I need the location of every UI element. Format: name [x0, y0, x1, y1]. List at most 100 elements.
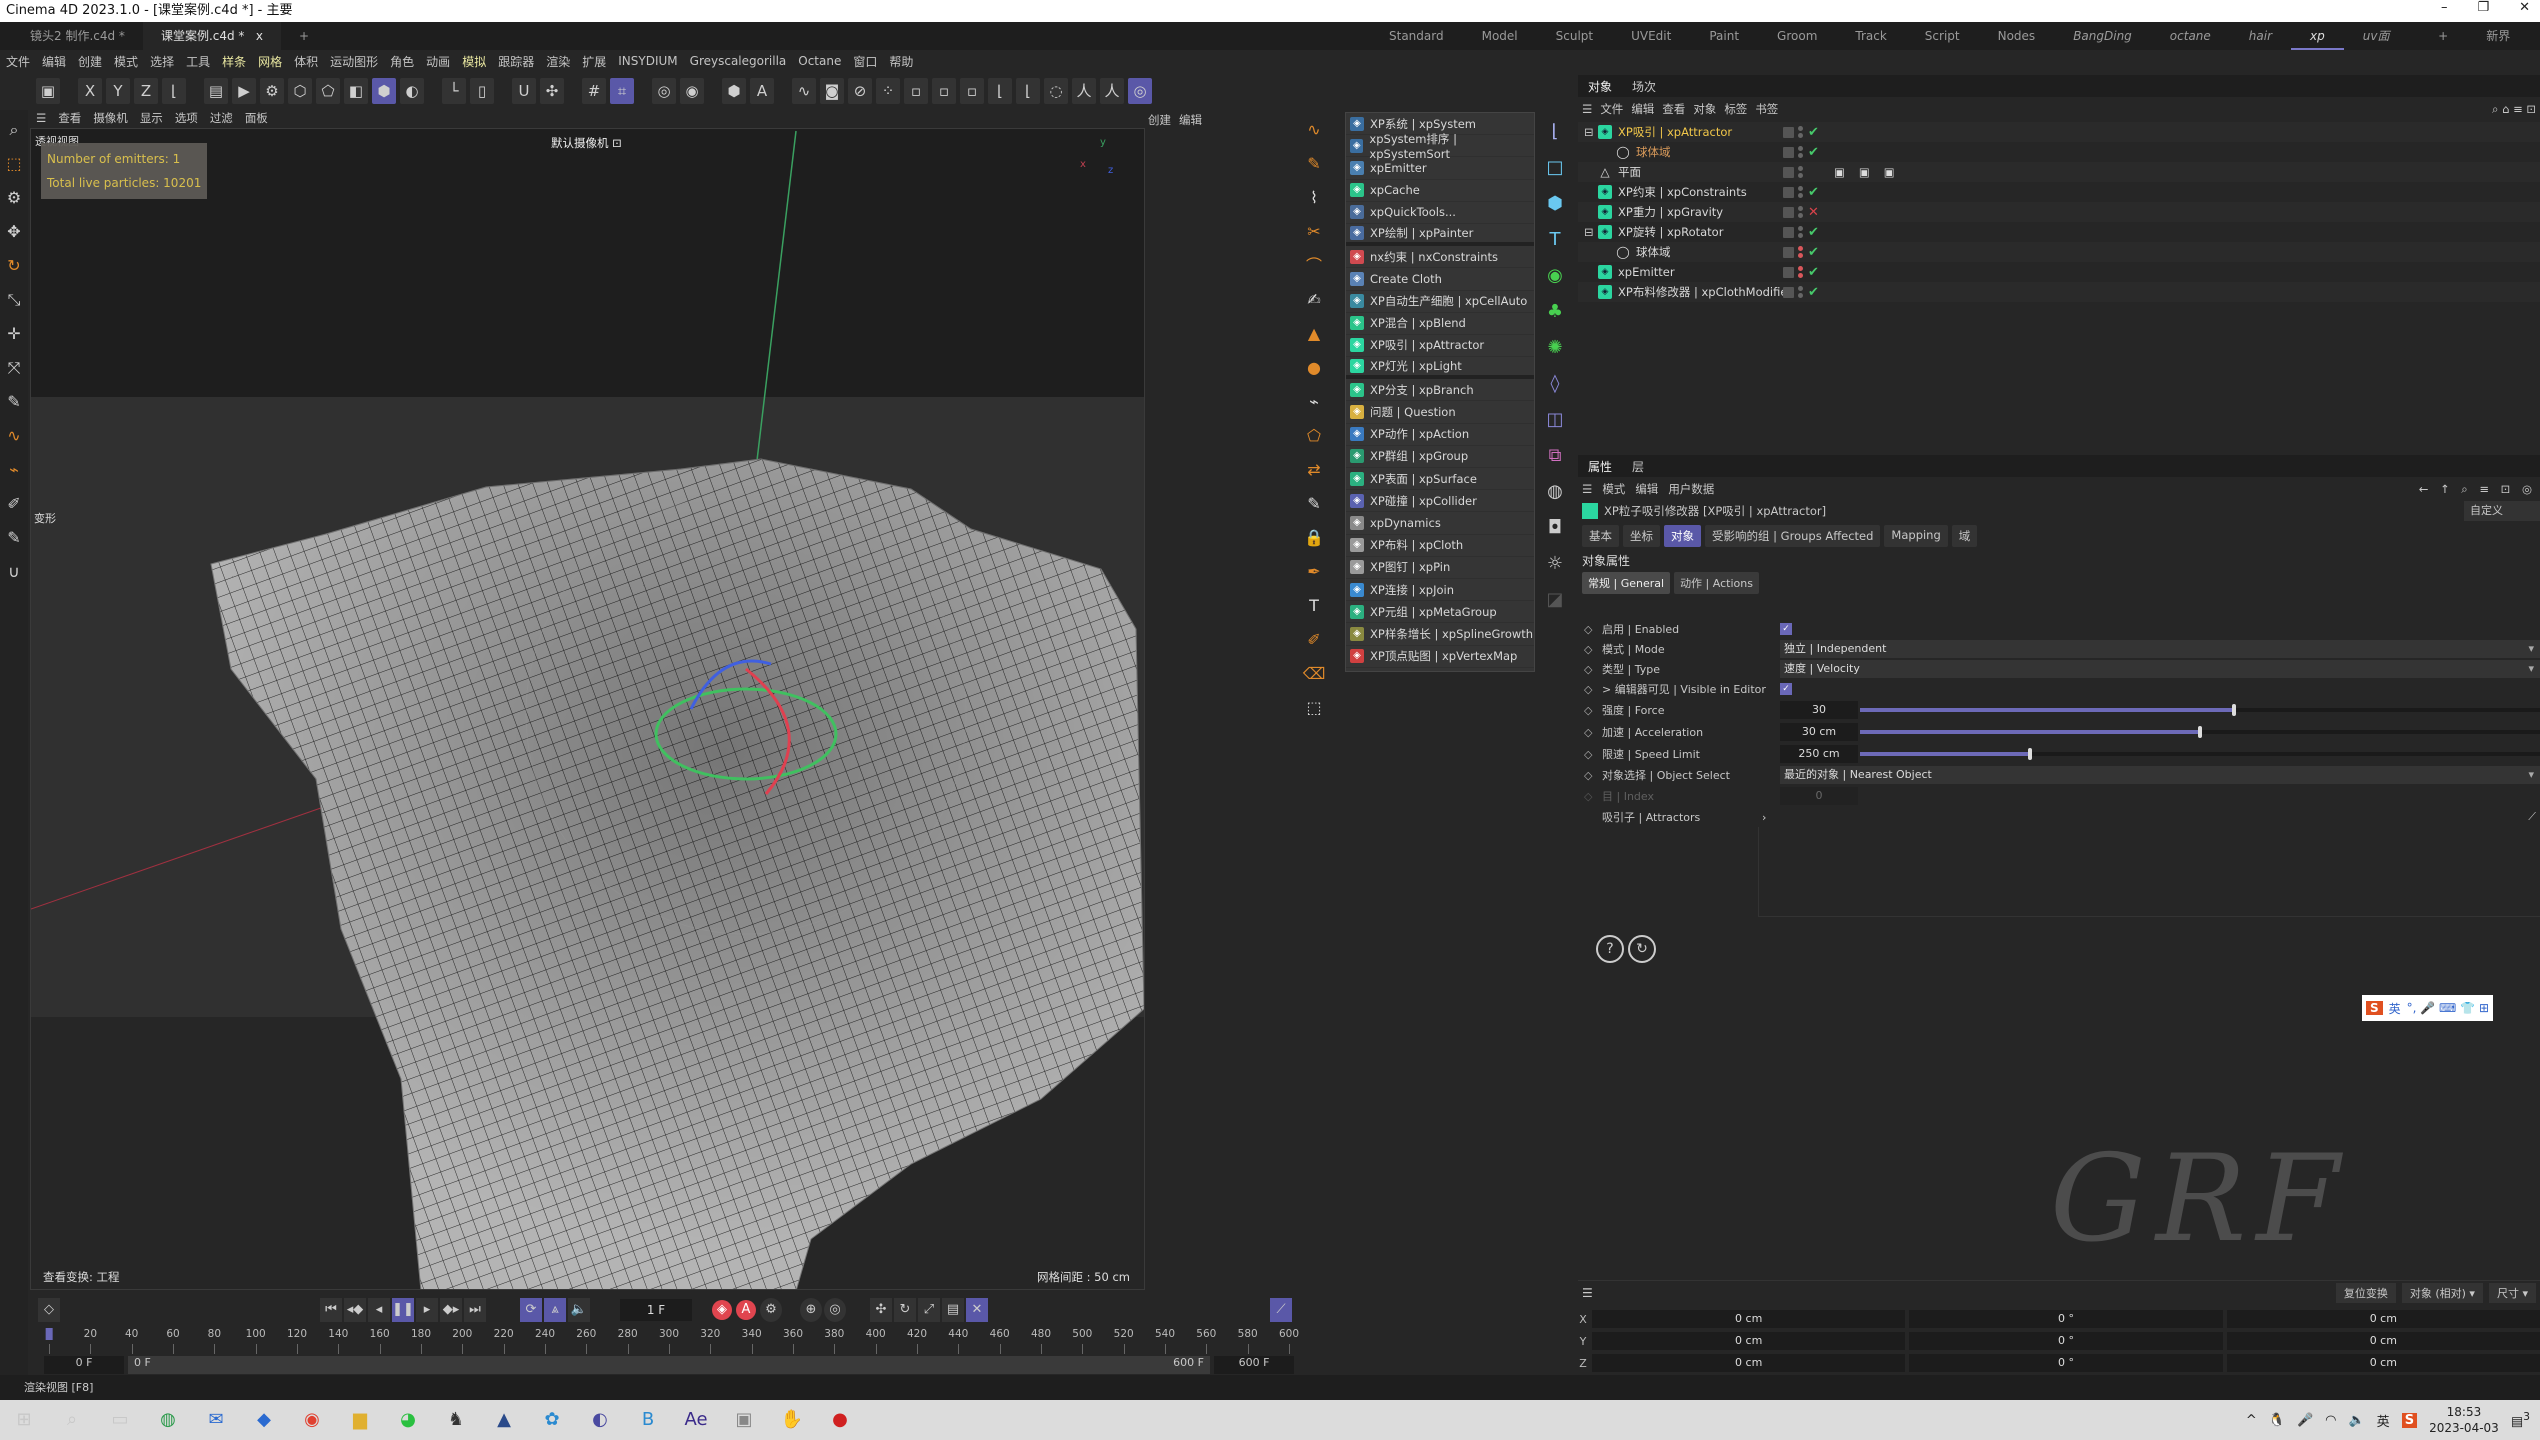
dim-icon-2[interactable]: ▫: [932, 78, 956, 104]
position-field[interactable]: 0 cm: [1592, 1310, 1906, 1328]
visibility-dots[interactable]: [1798, 206, 1804, 218]
layout-tab-model[interactable]: Model: [1463, 22, 1537, 50]
scale-key-icon[interactable]: ⤢: [918, 1298, 940, 1322]
knife-icon[interactable]: ✎: [2, 388, 26, 416]
pause-icon[interactable]: ❚❚: [392, 1298, 414, 1322]
size-field[interactable]: 0 cm: [2226, 1310, 2540, 1328]
texture-mode-icon[interactable]: ◐: [400, 78, 424, 104]
attr-page-tab[interactable]: Mapping: [1884, 525, 1948, 547]
cinema4d-icon[interactable]: ◐: [582, 1402, 618, 1438]
object-row[interactable]: △ 平面 ▣ ▣ ▣: [1578, 162, 2540, 182]
record-icon[interactable]: ●: [822, 1402, 858, 1438]
spline-icon[interactable]: ∿: [2, 422, 26, 450]
app-yellow-icon[interactable]: ✋: [774, 1402, 810, 1438]
enabled-check-icon[interactable]: ✔: [1808, 225, 1820, 240]
visibility-dots[interactable]: [1798, 186, 1804, 198]
mail-icon[interactable]: ✉: [198, 1402, 234, 1438]
bilibili-icon[interactable]: ✿: [534, 1402, 570, 1438]
visibility-dots[interactable]: [1798, 226, 1804, 238]
layout-tab-sculpt[interactable]: Sculpt: [1537, 22, 1612, 50]
editor-visibility-dot[interactable]: [1798, 126, 1803, 131]
keyframe-icon[interactable]: ◇: [1584, 643, 1594, 656]
render-visibility-dot[interactable]: [1798, 253, 1803, 258]
ik-icon[interactable]: ⌊: [1016, 78, 1040, 104]
clock[interactable]: 18:53 2023-04-03: [2429, 1404, 2499, 1436]
keyframe-icon[interactable]: ◇: [1584, 704, 1594, 717]
object-row[interactable]: ◈ xpEmitter ✔: [1578, 262, 2540, 282]
render-visibility-dot[interactable]: [1798, 233, 1803, 238]
keyframe-icon[interactable]: ◇: [1584, 726, 1594, 739]
xp-menu-item-xpblend[interactable]: ◈ XP混合 | xpBlend: [1346, 313, 1534, 335]
xp-menu-item-xpaction[interactable]: ◈ XP动作 | xpAction: [1346, 424, 1534, 446]
type-dropdown[interactable]: 速度 | Velocity: [1780, 660, 2540, 678]
object-row[interactable]: ◈ XP约束 | xpConstraints ✔: [1578, 182, 2540, 202]
menu-item[interactable]: 工具: [180, 53, 216, 70]
edit-flag-icon[interactable]: [1783, 246, 1794, 258]
text-icon[interactable]: T: [1541, 226, 1569, 254]
volume-icon[interactable]: 🔈: [2348, 1413, 2364, 1428]
xp-menu-item-xpsplinegrowth[interactable]: ◈ XP样条增长 | xpSplineGrowth: [1346, 623, 1534, 646]
field-icon[interactable]: ◫: [1541, 406, 1569, 434]
menu-item[interactable]: 运动图形: [324, 53, 384, 70]
position-key-icon[interactable]: ✣: [870, 1298, 892, 1322]
om-menu-item[interactable]: 对象: [1693, 101, 1716, 117]
fps-icon[interactable]: ⩓: [544, 1298, 566, 1322]
force-slider[interactable]: [1860, 704, 2540, 716]
light-st-icon[interactable]: ☼: [1541, 550, 1569, 578]
polygons-mode-icon[interactable]: ◧: [344, 78, 368, 104]
add-tab-button[interactable]: +: [281, 22, 327, 50]
camera-name[interactable]: 默认摄像机 ⊡: [551, 135, 622, 151]
ime-icons[interactable]: °, 🎤 ⌨ 👕 ⊞: [2407, 1001, 2489, 1015]
render-visibility-dot[interactable]: [1798, 273, 1803, 278]
om-search-icons[interactable]: ⌕ ⌂ ≡ ⊡: [2492, 102, 2540, 117]
edit-flag-icon[interactable]: [1783, 166, 1794, 178]
particle-green-icon[interactable]: ◉: [1541, 262, 1569, 290]
xp-menu-item-xppin[interactable]: ◈ XP图钉 | xpPin: [1346, 557, 1534, 579]
prev-frame-icon[interactable]: ◂: [368, 1298, 390, 1322]
reset-transform-button[interactable]: 复位变换: [2335, 1283, 2396, 1303]
xp-menu-item-xpcollider[interactable]: ◈ XP碰撞 | xpCollider: [1346, 490, 1534, 513]
tab-layers[interactable]: 层: [1622, 458, 1654, 475]
enabled-check-icon[interactable]: ✔: [1808, 265, 1820, 280]
dope-icon[interactable]: ◎: [824, 1298, 846, 1322]
brush-icon[interactable]: ✎: [1300, 150, 1328, 178]
timeline-editor-icon[interactable]: ⟋: [1270, 1298, 1292, 1322]
xp-menu-item-xpgroup[interactable]: ◈ XP群组 | xpGroup: [1346, 446, 1534, 468]
layout-tab-script[interactable]: Script: [1906, 22, 1979, 50]
octane-icon[interactable]: ⬢: [722, 78, 746, 104]
enabled-check-icon[interactable]: ✔: [1808, 125, 1820, 140]
x-axis-lock-icon[interactable]: X: [78, 78, 102, 104]
tab-attributes[interactable]: 属性: [1578, 458, 1622, 475]
object-row[interactable]: ◯ 球体域 ✔: [1578, 142, 2540, 162]
visibility-dots[interactable]: [1798, 246, 1804, 258]
keyframe-icon[interactable]: ◇: [1584, 748, 1594, 761]
om-menu-item[interactable]: 文件: [1600, 101, 1623, 117]
character-orange-icon[interactable]: 人: [1100, 78, 1124, 104]
viewport-menu-item[interactable]: 过滤: [204, 110, 239, 126]
editor-visibility-dot[interactable]: [1798, 186, 1803, 191]
menu-item[interactable]: 角色: [384, 53, 420, 70]
editor-visibility-dot[interactable]: [1798, 146, 1803, 151]
layout-tab-uv[interactable]: uv面板: [2344, 22, 2419, 71]
lock-icon[interactable]: 🔒: [1300, 524, 1328, 552]
start-frame-field[interactable]: 0 F: [44, 1356, 124, 1374]
enabled-check-icon[interactable]: ✔: [1808, 285, 1820, 300]
coordinate-system-icon[interactable]: ⌊: [162, 78, 186, 104]
rotate-icon[interactable]: ↻: [2, 252, 26, 280]
loop-icon[interactable]: ⟳: [520, 1298, 542, 1322]
menu-icon[interactable]: ☰: [30, 111, 52, 125]
camera-icon[interactable]: ◙: [820, 78, 844, 104]
edit-flag-icon[interactable]: [1783, 206, 1794, 218]
app-icon[interactable]: ▲: [486, 1402, 522, 1438]
viewport-menu-item[interactable]: 显示: [134, 110, 169, 126]
render-settings-icon[interactable]: ⚙: [260, 78, 284, 104]
coord-mode-dropdown[interactable]: 对象 (相对) ▾: [2401, 1283, 2483, 1303]
expand-toggle[interactable]: ⊟: [1584, 125, 1598, 139]
slider-knob[interactable]: [2028, 748, 2032, 760]
menu-item[interactable]: 网格: [252, 53, 288, 70]
doc-tab-active[interactable]: 课堂案例.c4d * x: [142, 22, 281, 50]
spline-pen-icon[interactable]: ∿: [792, 78, 816, 104]
render-visibility-dot[interactable]: [1798, 153, 1803, 158]
minimize-button[interactable]: –: [2441, 0, 2448, 22]
ime-language[interactable]: 英: [2389, 1000, 2401, 1017]
